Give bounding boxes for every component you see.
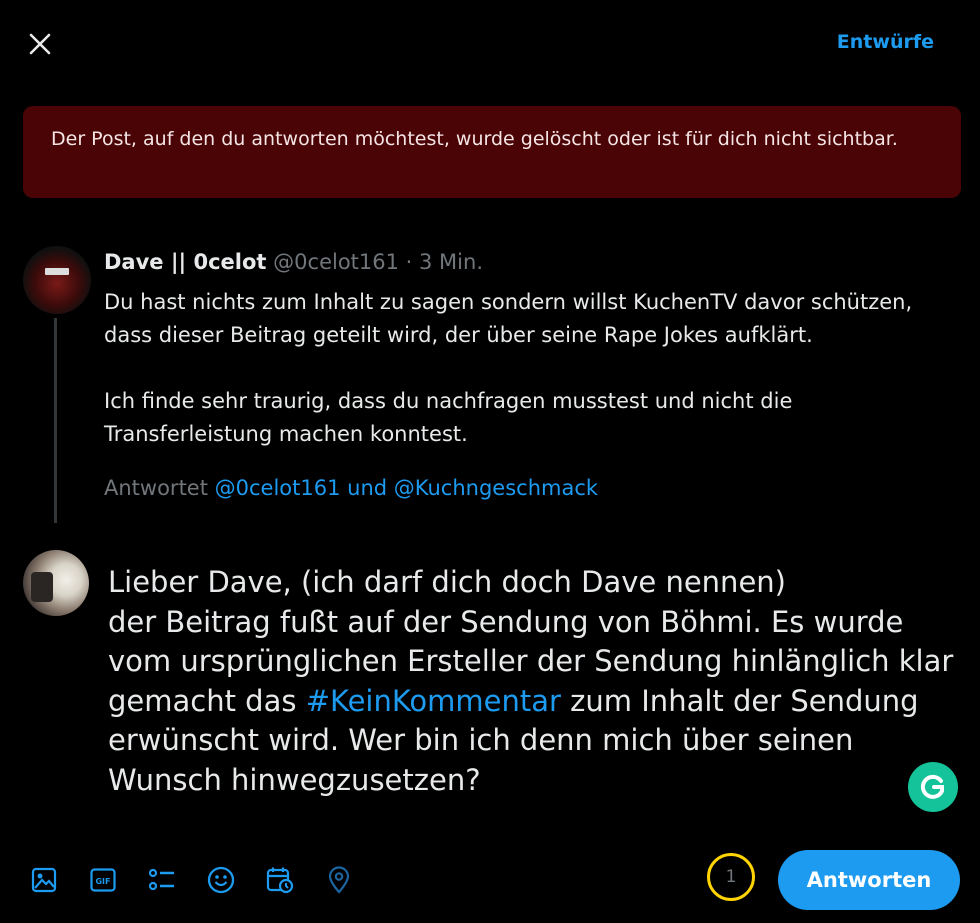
gif-button[interactable]: GIF: [87, 862, 118, 898]
close-icon: [29, 33, 51, 55]
compose-body: der Beitrag fußt auf der Sendung von Böh…: [108, 603, 968, 801]
user-avatar[interactable]: [23, 550, 89, 616]
author-handle[interactable]: @0celot161: [273, 250, 399, 274]
poll-icon: [148, 868, 174, 891]
original-post-text: Du hast nichts zum Inhalt zu sagen sonde…: [104, 286, 964, 484]
post-paragraph: Ich finde sehr traurig, dass du nachfrag…: [104, 389, 793, 446]
post-paragraph: Du hast nichts zum Inhalt zu sagen sonde…: [104, 290, 913, 347]
reply-text-input[interactable]: Lieber Dave, (ich darf dich doch Dave ne…: [108, 563, 968, 800]
author-name[interactable]: Dave || 0celot: [104, 250, 266, 274]
close-button[interactable]: [24, 28, 56, 60]
poll-button[interactable]: [146, 862, 177, 898]
schedule-button[interactable]: [264, 862, 295, 898]
gif-label: GIF: [95, 877, 110, 886]
compose-line-1: Lieber Dave, (ich darf dich doch Dave ne…: [108, 565, 786, 599]
reply-button[interactable]: Antworten: [778, 850, 960, 910]
avatar-shape: [31, 572, 53, 602]
avatar-badge: [45, 268, 69, 275]
original-author-avatar[interactable]: [23, 246, 91, 314]
meta-separator: ·: [398, 250, 420, 274]
thread-line: [54, 318, 57, 523]
media-button[interactable]: [28, 862, 59, 898]
emoji-button[interactable]: [205, 862, 236, 898]
post-header: Dave || 0celot @0celot161 · 3 Min.: [104, 250, 483, 274]
character-counter: 1: [707, 853, 755, 901]
drafts-link[interactable]: Entwürfe: [837, 31, 934, 53]
compose-toolbar: GIF: [28, 862, 382, 898]
schedule-icon: [266, 867, 293, 894]
image-icon: [31, 867, 56, 893]
emoji-icon: [207, 866, 234, 894]
replying-to-link[interactable]: @0celot161 und @Kuchngeschmack: [215, 476, 598, 500]
grammarly-button[interactable]: [908, 762, 958, 812]
replying-prefix: Antwortet: [104, 476, 215, 500]
post-time[interactable]: 3 Min.: [419, 250, 483, 274]
deleted-post-alert: Der Post, auf den du antworten möchtest,…: [23, 106, 961, 198]
hashtag[interactable]: #KeinKommentar: [306, 684, 561, 718]
replying-to: Antwortet @0celot161 und @Kuchngeschmack: [104, 476, 598, 500]
gif-icon: GIF: [89, 868, 116, 892]
location-button[interactable]: [323, 862, 354, 898]
location-icon: [328, 866, 349, 894]
grammarly-icon: [920, 774, 944, 799]
